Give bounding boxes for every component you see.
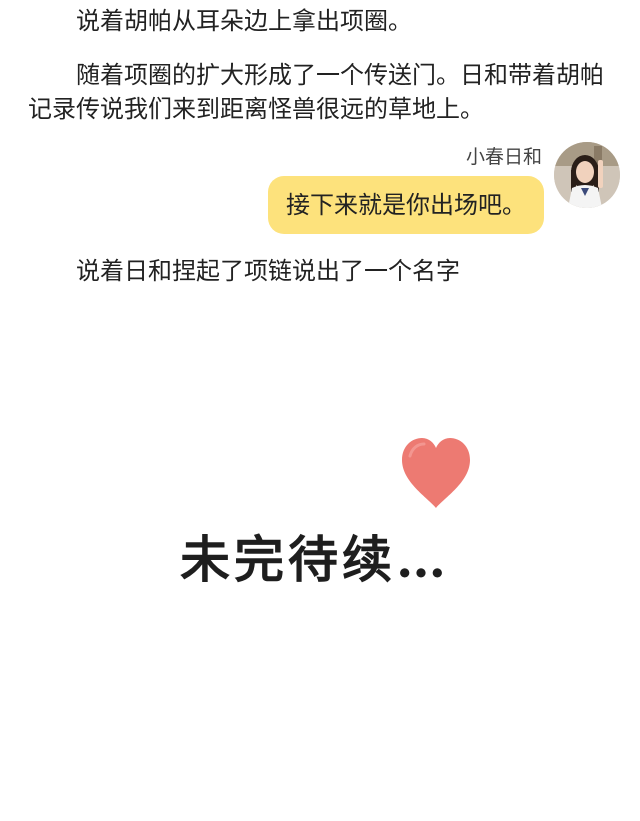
story-paragraph: 说着胡帕从耳朵边上拿出项圈。 <box>76 7 412 35</box>
avatar[interactable] <box>554 142 620 208</box>
chat-bubble: 接下来就是你出场吧。 <box>268 176 544 234</box>
chat-message: 接下来就是你出场吧。 <box>286 191 526 219</box>
story-paragraph: 说着日和捏起了项链说出了一个名字 <box>76 257 460 285</box>
heart-icon <box>398 436 474 514</box>
speaker-name: 小春日和 <box>465 146 542 168</box>
to-be-continued-text: 未完待续… <box>180 530 450 589</box>
avatar-portrait-icon <box>554 142 620 208</box>
story-paragraph: 随着项圈的扩大形成了一个传送门。日和带着胡帕记录传说我们来到距离怪兽很远的草地上… <box>28 61 604 123</box>
